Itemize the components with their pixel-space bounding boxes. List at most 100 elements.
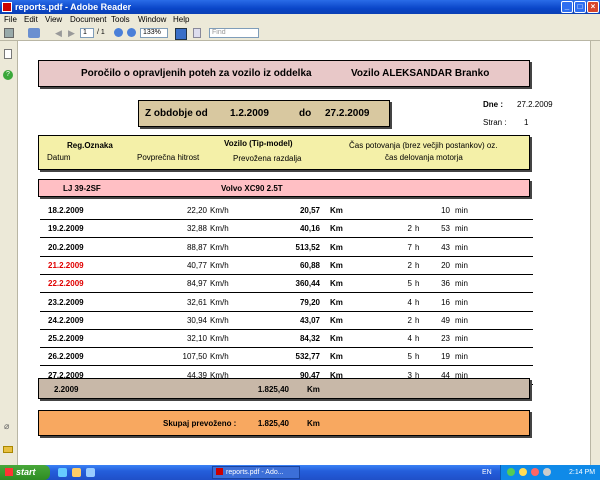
menu-bar: File Edit View Document Tools Window Hel… — [0, 14, 600, 26]
next-page-icon[interactable]: ▶ — [68, 28, 76, 38]
row-date: 21.2.2009 — [48, 260, 84, 270]
subtotal-distance: 1.825,40 — [257, 385, 289, 394]
row-date: 25.2.2009 — [48, 334, 84, 344]
row-date: 26.2.2009 — [48, 352, 84, 362]
row-distance: 360,44 — [295, 279, 320, 289]
row-distance: 60,88 — [299, 260, 320, 270]
find-input[interactable]: Find — [209, 28, 259, 38]
maximize-button[interactable]: □ — [574, 1, 586, 13]
vehicle-owner: Vozilo ALEKSANDAR Branko — [351, 68, 490, 79]
row-date: 22.2.2009 — [48, 279, 84, 289]
menu-edit[interactable]: Edit — [24, 15, 38, 24]
fit-width-icon[interactable] — [193, 28, 201, 38]
subtotal-label: 2.2009 — [54, 385, 79, 394]
previous-page-icon[interactable]: ◀ — [55, 28, 63, 38]
row-distance-unit: Km — [330, 352, 343, 362]
quicklaunch-desktop-icon[interactable] — [86, 468, 95, 477]
row-hours-unit: h — [415, 224, 420, 234]
page-total: / 1 — [97, 29, 105, 36]
row-hours-unit: h — [415, 279, 420, 289]
table-row: 18.2.2009 22,20 Km/h 20,57 Km 10 min — [40, 201, 533, 220]
col-vehicle: Vozilo (Tip-model) — [224, 139, 293, 148]
row-hours-unit: h — [415, 297, 420, 307]
zoom-out-icon[interactable] — [114, 28, 123, 37]
system-tray: 2:14 PM — [500, 465, 600, 480]
row-minutes: 10 — [441, 206, 450, 215]
vehicle-reg: LJ 39-2SF — [63, 184, 101, 193]
total-distance: 1.825,40 — [257, 419, 289, 428]
row-speed-unit: Km/h — [210, 297, 229, 307]
zoom-input[interactable]: 133% — [140, 28, 168, 38]
row-minutes: 49 — [441, 315, 450, 325]
row-speed-unit: Km/h — [210, 242, 229, 252]
page-number-input[interactable]: 1 — [80, 28, 94, 38]
pages-icon[interactable] — [4, 49, 12, 59]
row-distance-unit: Km — [330, 242, 343, 252]
print-icon[interactable] — [4, 28, 14, 38]
row-minutes-unit: min — [455, 297, 468, 307]
row-hours: 5 — [407, 279, 412, 289]
menu-window[interactable]: Window — [138, 15, 166, 24]
attachment-icon[interactable]: ⌀ — [4, 421, 13, 431]
subtotal-row: 2.2009 1.825,40 Km — [38, 378, 530, 399]
menu-tools[interactable]: Tools — [111, 15, 130, 24]
start-button[interactable]: start — [0, 465, 50, 480]
clock: 2:14 PM — [569, 469, 596, 476]
vehicle-row: LJ 39-2SF Volvo XC90 2.5T — [38, 179, 530, 197]
row-date: 20.2.2009 — [48, 242, 84, 252]
comments-icon[interactable] — [3, 446, 13, 453]
report-title: Poročilo o opravljenih poteh za vozilo i… — [81, 68, 312, 79]
quicklaunch-ie-icon[interactable] — [58, 468, 67, 477]
row-hours-unit: h — [415, 334, 420, 344]
row-speed: 30,94 — [186, 315, 207, 325]
row-distance-unit: Km — [330, 206, 343, 215]
title-bar: reports.pdf - Adobe Reader _ □ × — [0, 0, 600, 14]
table-row: 23.2.2009 32,61 Km/h 79,20 Km 4 h 16 min — [40, 293, 533, 312]
row-hours: 5 — [407, 352, 412, 362]
minimize-button[interactable]: _ — [561, 1, 573, 13]
period-to-label: do — [299, 108, 312, 119]
tray-icon-3[interactable] — [531, 468, 539, 476]
row-distance-unit: Km — [330, 224, 343, 234]
row-speed: 88,87 — [186, 242, 207, 252]
menu-file[interactable]: File — [4, 15, 17, 24]
row-date: 23.2.2009 — [48, 297, 84, 307]
row-speed-unit: Km/h — [210, 279, 229, 289]
tray-icon-1[interactable] — [507, 468, 515, 476]
row-distance: 43,07 — [299, 315, 320, 325]
row-distance-unit: Km — [330, 279, 343, 289]
tray-icon-2[interactable] — [519, 468, 527, 476]
row-speed-unit: Km/h — [210, 206, 229, 215]
row-minutes: 20 — [441, 260, 450, 270]
row-speed: 22,20 — [186, 206, 207, 215]
help-icon[interactable]: ? — [3, 70, 13, 80]
quicklaunch-folder-icon[interactable] — [72, 468, 81, 477]
tray-icon-4[interactable] — [543, 468, 551, 476]
row-speed: 32,61 — [186, 297, 207, 307]
menu-view[interactable]: View — [45, 15, 62, 24]
windows-logo-icon — [5, 468, 13, 476]
zoom-in-icon[interactable] — [127, 28, 136, 37]
table-row: 22.2.2009 84,97 Km/h 360,44 Km 5 h 36 min — [40, 274, 533, 294]
email-icon[interactable] — [28, 28, 40, 38]
row-minutes-unit: min — [455, 206, 468, 215]
menu-document[interactable]: Document — [70, 15, 106, 24]
taskbar-item-label: reports.pdf - Ado... — [226, 469, 284, 476]
window-title: reports.pdf - Adobe Reader — [15, 2, 132, 12]
row-date: 19.2.2009 — [48, 224, 84, 234]
row-distance-unit: Km — [330, 260, 343, 270]
language-indicator[interactable]: EN — [482, 465, 492, 480]
page-value: 1 — [524, 118, 529, 127]
menu-help[interactable]: Help — [173, 15, 189, 24]
row-distance-unit: Km — [330, 334, 343, 344]
close-button[interactable]: × — [587, 1, 599, 13]
fit-page-icon[interactable] — [175, 28, 187, 40]
start-label: start — [16, 467, 36, 477]
vehicle-model: Volvo XC90 2.5T — [221, 184, 283, 193]
vertical-scrollbar[interactable] — [590, 41, 600, 465]
row-distance: 84,32 — [299, 334, 320, 344]
taskbar-item-reports[interactable]: reports.pdf - Ado... — [212, 466, 300, 479]
row-distance: 40,16 — [299, 224, 320, 234]
col-date: Datum — [47, 153, 71, 162]
toolbar: ◀ ▶ 1 / 1 133% Find — [0, 26, 600, 41]
